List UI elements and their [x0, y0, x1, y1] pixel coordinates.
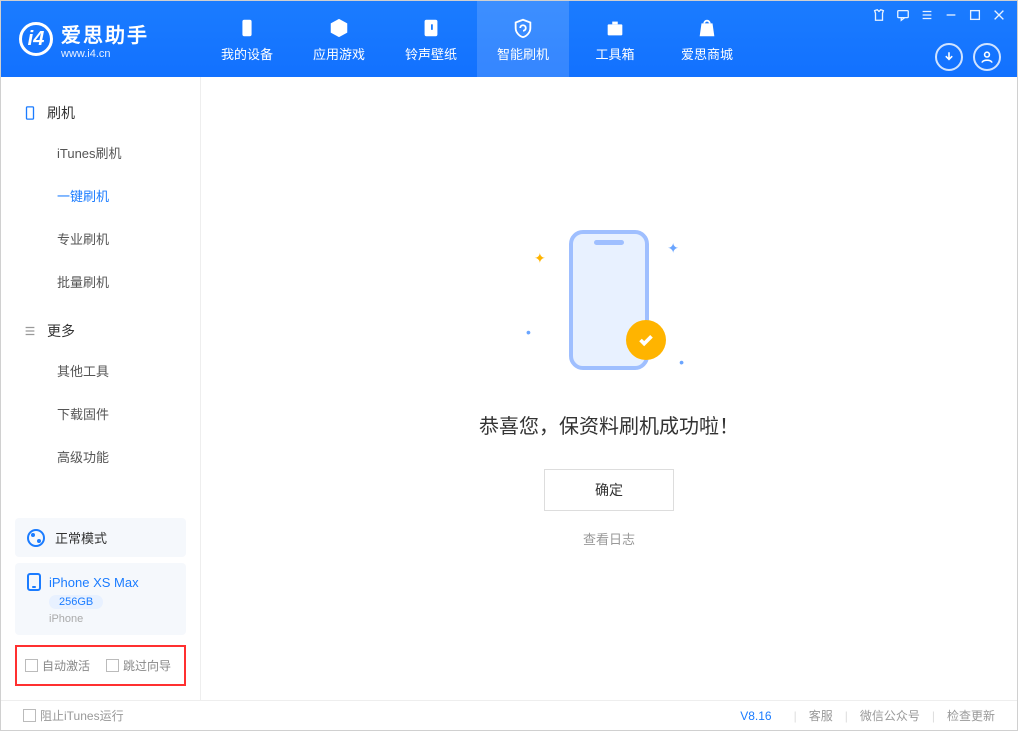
app-logo-icon: i4	[19, 22, 53, 56]
sidebar-item-download-firmware[interactable]: 下载固件	[57, 392, 200, 435]
mode-label: 正常模式	[55, 528, 107, 547]
tab-label: 工具箱	[595, 44, 634, 63]
sidebar-item-advanced[interactable]: 高级功能	[57, 435, 200, 478]
tab-smart-flash[interactable]: 智能刷机	[477, 1, 569, 77]
device-icon	[235, 16, 259, 40]
options-highlight-box: 自动激活 跳过向导	[15, 645, 186, 686]
user-account-button[interactable]	[973, 43, 1001, 71]
sidebar-item-other-tools[interactable]: 其他工具	[57, 349, 200, 392]
tab-toolbox[interactable]: 工具箱	[569, 1, 661, 77]
version-label: V8.16	[740, 709, 771, 723]
tab-label: 我的设备	[221, 44, 273, 63]
checkbox-icon	[23, 709, 36, 722]
cube-icon	[327, 16, 351, 40]
logo-area: i4 爱思助手 www.i4.cn	[1, 19, 201, 60]
tab-ringtone-wallpaper[interactable]: 铃声壁纸	[385, 1, 477, 77]
checkbox-icon	[106, 659, 119, 672]
music-note-icon	[419, 16, 443, 40]
checkbox-icon	[25, 659, 38, 672]
device-type: iPhone	[49, 613, 174, 625]
app-title: 爱思助手	[61, 19, 149, 48]
tab-label: 智能刷机	[497, 44, 549, 63]
minimize-button[interactable]	[943, 7, 959, 23]
tab-label: 爱思商城	[681, 44, 733, 63]
ok-button[interactable]: 确定	[544, 469, 674, 511]
device-panel[interactable]: iPhone XS Max 256GB iPhone	[15, 563, 186, 635]
shirt-icon[interactable]	[871, 7, 887, 23]
app-subtitle: www.i4.cn	[61, 48, 149, 60]
checkbox-block-itunes[interactable]: 阻止iTunes运行	[23, 707, 124, 724]
menu-icon[interactable]	[919, 7, 935, 23]
footer-bar: 阻止iTunes运行 V8.16 | 客服 | 微信公众号 | 检查更新	[1, 700, 1017, 730]
tab-label: 铃声壁纸	[405, 44, 457, 63]
phone-icon	[23, 106, 37, 120]
checkbox-auto-activate[interactable]: 自动激活	[25, 657, 90, 674]
list-icon	[23, 324, 37, 338]
tab-apps-games[interactable]: 应用游戏	[293, 1, 385, 77]
success-message: 恭喜您，保资料刷机成功啦！	[479, 410, 739, 439]
view-log-link[interactable]: 查看日志	[583, 529, 635, 548]
window-controls	[871, 7, 1007, 23]
device-name: iPhone XS Max	[49, 575, 139, 590]
success-illustration: ✦✦ ••	[544, 230, 674, 380]
check-badge-icon	[626, 320, 666, 360]
sidebar: 刷机 iTunes刷机 一键刷机 专业刷机 批量刷机 更多 其他工具 下载固件 …	[1, 77, 201, 700]
download-button[interactable]	[935, 43, 963, 71]
sidebar-item-pro-flash[interactable]: 专业刷机	[57, 217, 200, 260]
shopping-bag-icon	[695, 16, 719, 40]
sidebar-section-flash: 刷机	[1, 95, 200, 131]
feedback-icon[interactable]	[895, 7, 911, 23]
toolbox-icon	[603, 16, 627, 40]
close-button[interactable]	[991, 7, 1007, 23]
main-content: ✦✦ •• 恭喜您，保资料刷机成功啦！ 确定 查看日志	[201, 77, 1017, 700]
sidebar-item-batch-flash[interactable]: 批量刷机	[57, 260, 200, 303]
tab-my-device[interactable]: 我的设备	[201, 1, 293, 77]
footer-link-update[interactable]: 检查更新	[947, 707, 995, 724]
tab-label: 应用游戏	[313, 44, 365, 63]
mode-panel[interactable]: 正常模式	[15, 518, 186, 557]
maximize-button[interactable]	[967, 7, 983, 23]
sidebar-section-more: 更多	[1, 313, 200, 349]
phone-small-icon	[27, 573, 41, 591]
checkbox-skip-guide[interactable]: 跳过向导	[106, 657, 171, 674]
device-capacity: 256GB	[49, 595, 103, 609]
mode-icon	[27, 529, 45, 547]
tab-store[interactable]: 爱思商城	[661, 1, 753, 77]
nav-tabs: 我的设备 应用游戏 铃声壁纸 智能刷机 工具箱 爱思商城	[201, 1, 753, 77]
footer-link-wechat[interactable]: 微信公众号	[860, 707, 920, 724]
sidebar-item-itunes-flash[interactable]: iTunes刷机	[57, 131, 200, 174]
refresh-shield-icon	[511, 16, 535, 40]
header-bar: i4 爱思助手 www.i4.cn 我的设备 应用游戏 铃声壁纸 智能刷机 工具…	[1, 1, 1017, 77]
footer-link-support[interactable]: 客服	[809, 707, 833, 724]
sidebar-item-oneclick-flash[interactable]: 一键刷机	[57, 174, 200, 217]
